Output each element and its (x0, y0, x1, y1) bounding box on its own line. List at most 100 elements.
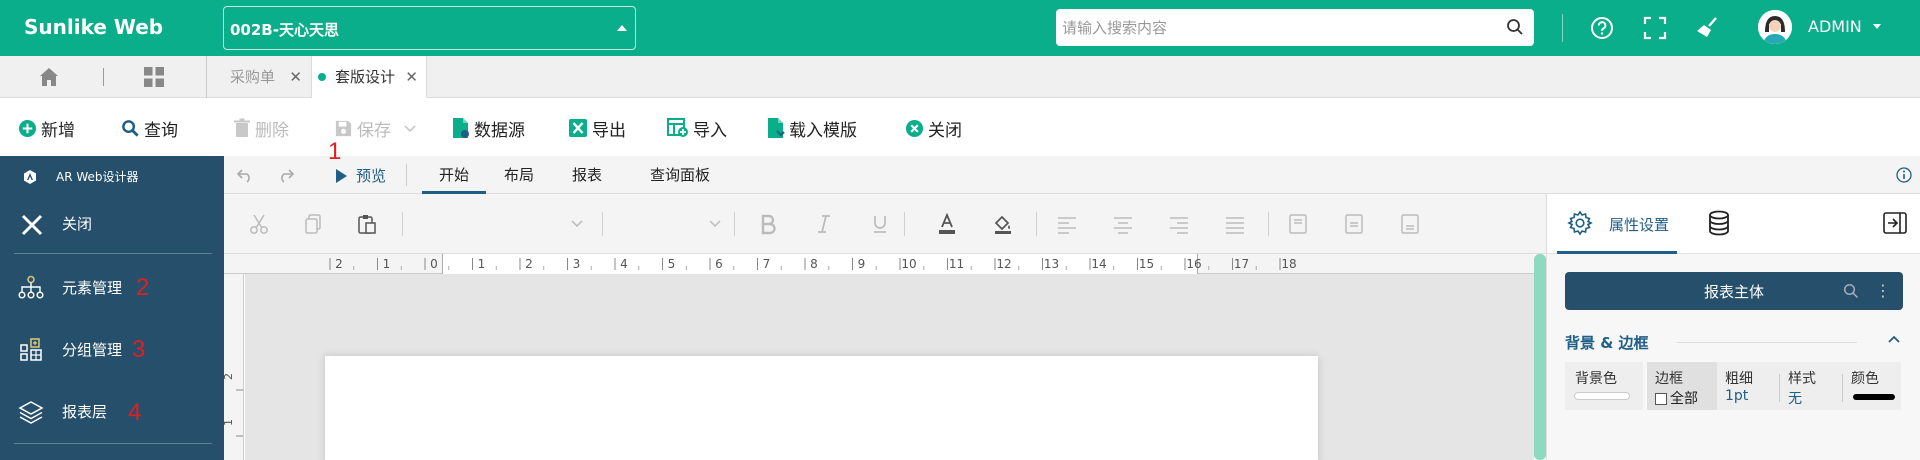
load-template-button[interactable]: 载入模版 (767, 116, 857, 141)
import-table-icon (667, 118, 688, 137)
home-icon[interactable] (38, 66, 60, 88)
close-icon[interactable]: ✕ (289, 56, 302, 98)
tab-properties-label: 属性设置 (1609, 216, 1670, 234)
tab-properties[interactable]: 属性设置 (1557, 194, 1677, 254)
tab-purchase-order[interactable]: 采购单 ✕ (210, 56, 310, 98)
border-side-field[interactable]: 边框 全部 (1647, 362, 1717, 410)
tool-divider (602, 212, 603, 236)
export-button[interactable]: 导出 (568, 116, 626, 141)
user-name[interactable]: ADMIN (1808, 17, 1862, 36)
fill-color-icon[interactable] (992, 213, 1014, 235)
datasource-icon (453, 118, 469, 138)
tab-bar: 采购单 ✕ 套版设计 ✕ (0, 56, 1920, 98)
tab-query-panel[interactable]: 查询面板 (628, 156, 732, 194)
redo-icon[interactable] (277, 166, 295, 184)
italic-icon[interactable] (814, 213, 834, 235)
ruler-label: 18 (1281, 257, 1296, 271)
font-color-icon[interactable] (936, 213, 958, 235)
background-color-field[interactable]: 背景色 (1565, 362, 1643, 410)
apps-grid-icon[interactable] (143, 66, 165, 88)
sidebar-item-report-layers[interactable]: 报表层 (0, 386, 224, 436)
bold-icon[interactable] (758, 213, 778, 235)
import-button[interactable]: 导入 (667, 116, 727, 141)
search-box[interactable] (1056, 9, 1534, 46)
chevron-down-icon[interactable] (403, 123, 417, 133)
avatar-image (1758, 10, 1792, 44)
ribbon-tab-bar: 1 预览 开始 布局 报表 查询面板 (224, 138, 1920, 194)
tab-layout[interactable]: 布局 (492, 156, 546, 194)
info-icon[interactable] (1896, 167, 1912, 183)
tab-start[interactable]: 开始 (422, 156, 486, 194)
datasource-button[interactable]: 数据源 (452, 116, 525, 141)
sidebar-item-close[interactable]: 关闭 (0, 198, 224, 248)
search-icon[interactable] (1506, 18, 1524, 36)
close-button[interactable]: 关闭 (905, 116, 962, 141)
copy-icon[interactable] (302, 213, 324, 235)
border-style-field[interactable]: 样式 无 (1780, 362, 1842, 410)
load-template-button-label: 载入模版 (789, 120, 857, 141)
tab-report[interactable]: 报表 (560, 156, 614, 194)
border-thickness-field[interactable]: 粗细 1pt (1717, 362, 1779, 410)
close-icon[interactable]: ✕ (405, 56, 418, 98)
sidebar-item-elements[interactable]: 元素管理 (0, 262, 224, 312)
collapse-panel-icon[interactable] (1883, 212, 1907, 234)
tab-bar-divider (103, 68, 104, 86)
align-center-icon[interactable] (1112, 213, 1134, 235)
font-family-select[interactable] (420, 212, 584, 238)
valign-bottom-icon[interactable] (1400, 213, 1420, 235)
background-color-swatch[interactable] (1574, 392, 1630, 400)
ruler-label: 4 (620, 257, 628, 271)
sidebar-item-groups[interactable]: 分组管理 (0, 324, 224, 374)
query-button-label: 查询 (144, 120, 178, 141)
delete-button[interactable]: 删除 (233, 116, 289, 141)
border-label: 边框 (1655, 371, 1683, 387)
border-color-swatch[interactable] (1853, 394, 1895, 400)
close-icon (21, 214, 43, 236)
vertical-scrollbar[interactable] (1534, 254, 1546, 460)
avatar[interactable] (1758, 10, 1792, 44)
sidebar-header: AR Web设计器 (0, 156, 224, 196)
new-button-label: 新增 (41, 120, 75, 141)
fullscreen-icon[interactable] (1641, 14, 1669, 42)
more-vertical-icon[interactable]: ⋮ (1875, 281, 1891, 300)
border-all-option[interactable]: 全部 (1655, 388, 1698, 408)
ruler-label: 16 (1186, 257, 1201, 271)
search-icon[interactable] (1843, 283, 1859, 299)
valign-top-icon[interactable] (1288, 213, 1308, 235)
chevron-down-icon[interactable] (1873, 24, 1881, 29)
sidebar-item-label: 关闭 (62, 215, 93, 233)
align-left-icon[interactable] (1056, 213, 1078, 235)
report-main-selector[interactable]: 报表主体 ⋮ (1565, 272, 1903, 310)
underline-icon[interactable] (870, 213, 890, 235)
ribbon-divider (406, 164, 407, 186)
valign-middle-icon[interactable] (1344, 213, 1364, 235)
tab-template-design[interactable]: 套版设计 ✕ (311, 56, 427, 98)
section-title-background-border: 背景 & 边框 (1565, 334, 1649, 352)
search-input[interactable] (1056, 9, 1496, 46)
paste-icon[interactable] (356, 213, 378, 235)
database-icon[interactable] (1707, 210, 1731, 236)
cut-icon[interactable] (248, 213, 270, 235)
undo-icon[interactable] (236, 166, 254, 184)
save-button[interactable]: 保存 (334, 116, 417, 141)
border-color-field[interactable]: 颜色 (1843, 362, 1901, 410)
report-page[interactable] (325, 356, 1318, 460)
main-toolbar: 新增 查询 删除 保存 数据源 导出 导入 载入模版 关闭 (0, 98, 1920, 156)
align-justify-icon[interactable] (1224, 213, 1246, 235)
gear-icon (1567, 210, 1593, 236)
company-select[interactable]: 002B-天心天思 (223, 6, 636, 50)
chevron-up-icon[interactable] (1887, 334, 1901, 344)
help-icon[interactable] (1588, 14, 1616, 42)
new-button[interactable]: 新增 (18, 116, 75, 141)
align-right-icon[interactable] (1168, 213, 1190, 235)
broom-icon[interactable] (1694, 14, 1722, 42)
preview-button[interactable]: 预览 (334, 165, 386, 186)
ruler-label: 1 (383, 257, 391, 271)
query-button[interactable]: 查询 (121, 116, 178, 141)
design-canvas[interactable] (245, 274, 1534, 460)
background-color-label: 背景色 (1575, 371, 1617, 387)
border-all-checkbox[interactable] (1655, 393, 1667, 405)
font-size-select[interactable] (616, 212, 722, 238)
style-value: 无 (1788, 391, 1802, 407)
ruler-label: 13 (1044, 257, 1059, 271)
